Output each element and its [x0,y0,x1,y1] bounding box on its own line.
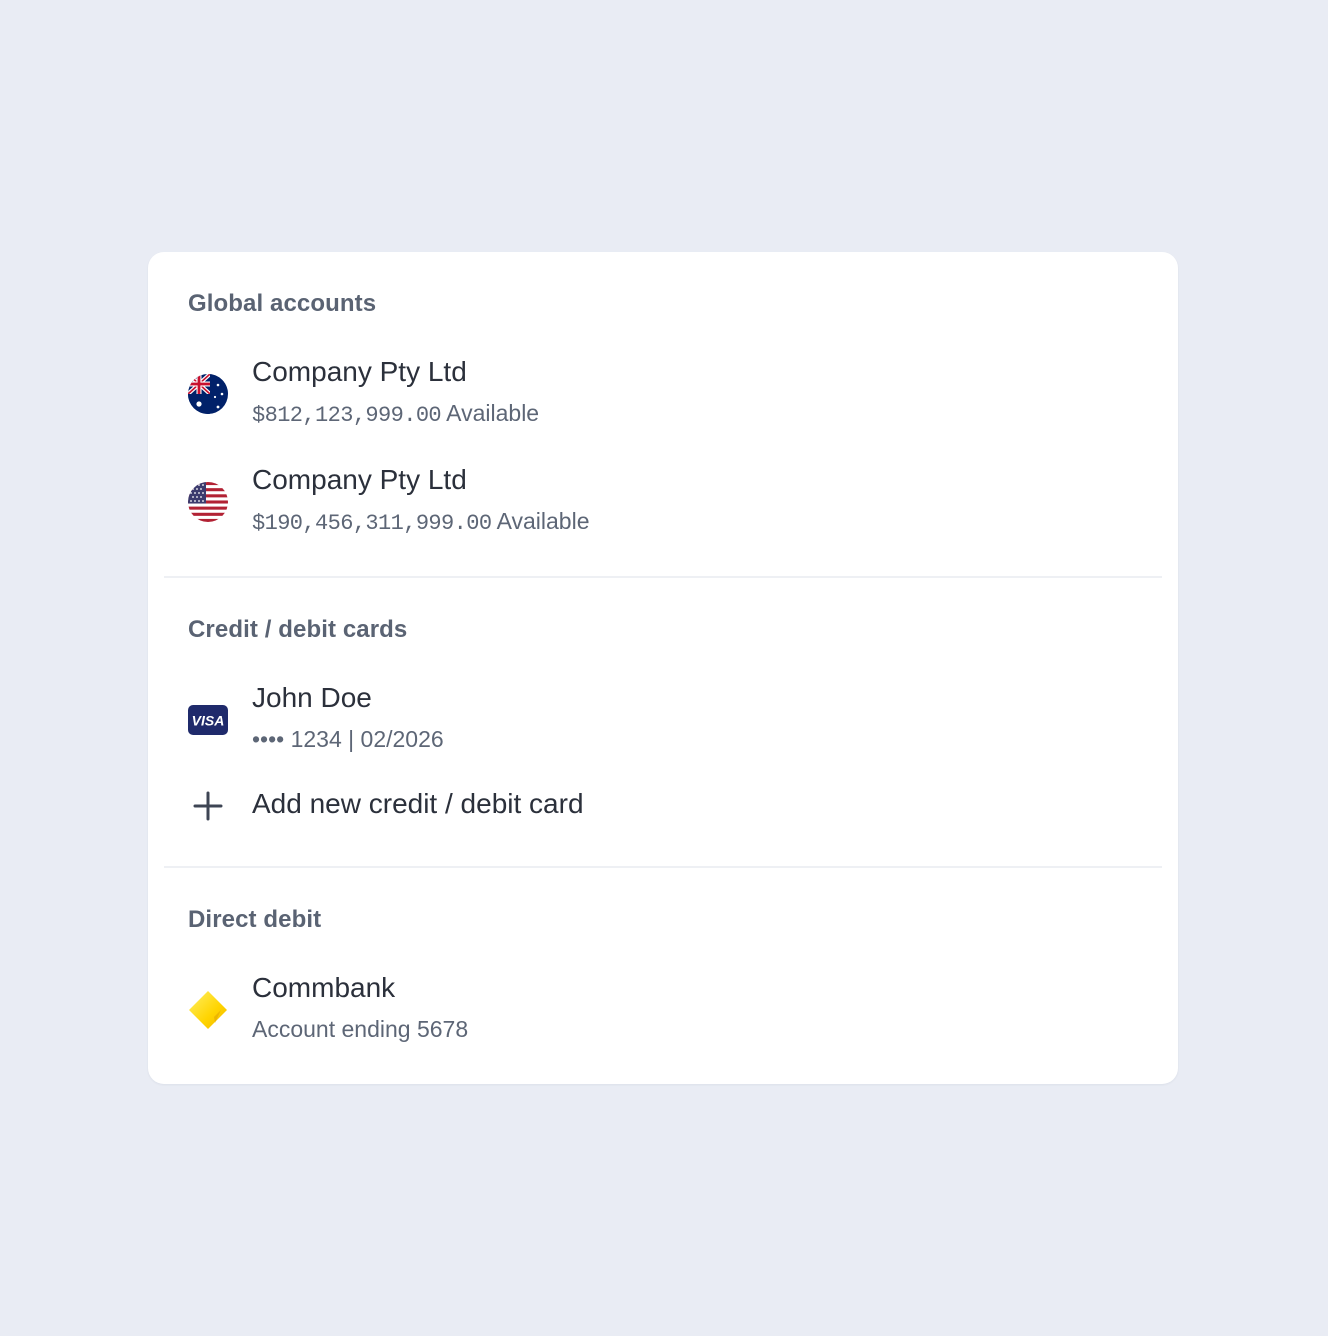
account-name: Company Pty Ltd [252,356,467,387]
section-divider [164,576,1162,578]
card-row-visa[interactable]: VISA John Doe •••• 1234 | 02/2026 [188,682,1138,762]
australia-flag-icon [188,374,228,414]
visa-icon: VISA [188,700,228,740]
visa-brand-text: VISA [192,713,225,729]
add-card-label: Add new credit / debit card [252,788,584,819]
account-name: Company Pty Ltd [252,464,467,495]
commbank-icon [188,990,228,1030]
global-account-row-aud[interactable]: Company Pty Ltd $812,123,999.00 Availabl… [188,356,1138,436]
payment-methods-card: Global accounts Company Pty Ltd $812,123… [148,252,1178,1084]
cardholder-name: John Doe [252,682,372,713]
section-title-cards: Credit / debit cards [188,616,408,643]
account-balance: $812,123,999.00 Available [252,400,539,428]
section-title-direct-debit: Direct debit [188,906,322,933]
balance-suffix: Available [496,508,590,534]
add-card-button[interactable]: Add new credit / debit card [188,784,1138,828]
balance-amount: $190,456,311,999.00 [252,511,492,536]
direct-debit-row-commbank[interactable]: Commbank Account ending 5678 [188,972,1138,1052]
card-expiry: 02/2026 [360,726,444,752]
balance-amount: $812,123,999.00 [252,403,442,428]
card-details: •••• 1234 | 02/2026 [252,726,444,753]
section-title-global-accounts: Global accounts [188,290,377,317]
card-masked-number: •••• 1234 [252,726,342,752]
account-balance: $190,456,311,999.00 Available [252,508,590,536]
balance-suffix: Available [446,400,540,426]
section-divider [164,866,1162,868]
bank-account-detail: Account ending 5678 [252,1016,469,1042]
global-account-row-usd[interactable]: Company Pty Ltd $190,456,311,999.00 Avai… [188,464,1138,544]
usa-flag-icon [188,482,228,522]
bank-name: Commbank [252,972,396,1003]
card-separator: | [348,726,355,752]
plus-icon [188,786,228,826]
